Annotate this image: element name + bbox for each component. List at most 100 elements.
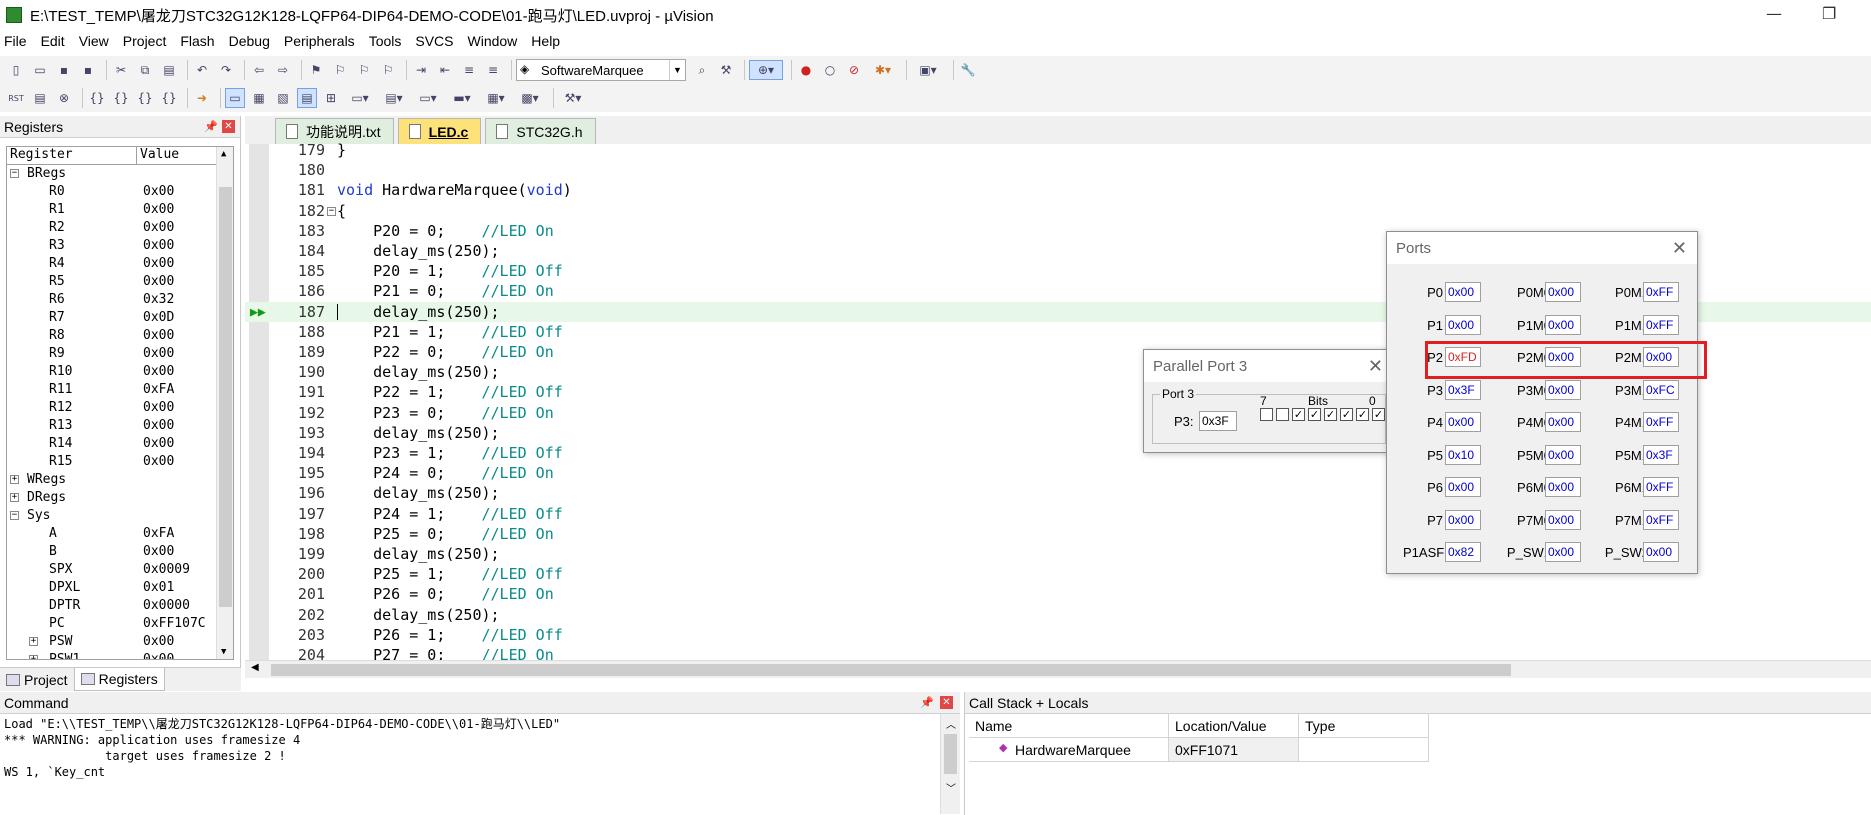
port-value-input[interactable]: 0xFF xyxy=(1643,314,1679,335)
register-row[interactable]: PC 0xFF107C xyxy=(7,615,233,633)
register-row[interactable]: R4 0x00 xyxy=(7,255,233,273)
bit-checkbox[interactable]: ✓ xyxy=(1372,408,1385,421)
register-value[interactable]: 0x0009 xyxy=(143,561,190,579)
menu-item-help[interactable]: Help xyxy=(531,33,560,49)
port-value-input[interactable]: 0x00 xyxy=(1445,477,1481,497)
bookmark-clear-icon[interactable]: ⚐ xyxy=(378,60,398,80)
register-value[interactable]: 0x00 xyxy=(143,273,174,291)
register-value[interactable]: 0x00 xyxy=(143,399,174,417)
port-value-input[interactable]: 0xFF xyxy=(1643,412,1679,432)
register-row[interactable]: − Sys xyxy=(7,507,233,525)
register-value[interactable]: 0xFF107C xyxy=(143,615,206,633)
bit-checkbox[interactable]: ✓ xyxy=(1340,408,1353,421)
register-row[interactable]: + PSW1 0x00 xyxy=(7,651,233,659)
minimize-icon[interactable]: — xyxy=(1766,4,1782,23)
pin-icon[interactable]: 📌 xyxy=(920,696,934,709)
scroll-down-icon[interactable]: ﹀ xyxy=(946,780,956,795)
port-value-input[interactable]: 0x00 xyxy=(1545,379,1581,400)
port-value-input[interactable]: 0x00 xyxy=(1445,412,1481,432)
callstack-column-header[interactable]: Name xyxy=(969,714,1169,738)
registers-scroll-thumb[interactable] xyxy=(219,187,232,607)
reset-icon[interactable]: RST xyxy=(6,88,26,108)
close-icon[interactable]: ✕ xyxy=(222,120,235,133)
menu-item-view[interactable]: View xyxy=(79,33,109,49)
register-row[interactable]: R2 0x00 xyxy=(7,219,233,237)
configure-icon[interactable]: 🔧 xyxy=(958,60,978,80)
window-layout-icon[interactable]: ▣▾ xyxy=(911,60,945,80)
port-value-input[interactable]: 0x00 xyxy=(1643,542,1679,562)
bit-checkbox[interactable] xyxy=(1276,408,1289,421)
cut-icon[interactable]: ✂ xyxy=(111,60,131,80)
step-over-icon[interactable]: {} xyxy=(111,88,131,108)
register-row[interactable]: R7 0x0D xyxy=(7,309,233,327)
p3-value-input[interactable]: 0x3F xyxy=(1199,411,1237,431)
collapse-icon[interactable]: − xyxy=(10,169,19,178)
menu-item-peripherals[interactable]: Peripherals xyxy=(284,33,355,49)
port-value-input[interactable]: 0x3F xyxy=(1643,444,1679,465)
pin-icon[interactable]: 📌 xyxy=(204,120,218,133)
incremental-find-icon[interactable]: ⚒ xyxy=(716,60,736,80)
undo-icon[interactable]: ↶ xyxy=(192,60,212,80)
port-value-input[interactable]: 0x00 xyxy=(1445,314,1481,335)
serial-window-icon[interactable]: ▭▾ xyxy=(413,88,443,108)
watch-window-icon[interactable]: ▭▾ xyxy=(345,88,375,108)
register-row[interactable]: R14 0x00 xyxy=(7,435,233,453)
register-value[interactable]: 0x32 xyxy=(143,291,174,309)
register-row[interactable]: R12 0x00 xyxy=(7,399,233,417)
register-value[interactable]: 0x00 xyxy=(143,417,174,435)
port-value-input[interactable]: 0x10 xyxy=(1445,444,1481,465)
code-line[interactable]: 202 delay_ms(250); xyxy=(245,605,1871,625)
chevron-down-icon[interactable]: ▼ xyxy=(669,60,685,80)
register-row[interactable]: A 0xFA xyxy=(7,525,233,543)
register-value[interactable]: 0x00 xyxy=(143,633,174,651)
register-value[interactable]: 0x00 xyxy=(143,453,174,471)
callstack-column-header[interactable]: Location/Value xyxy=(1169,714,1299,738)
expand-icon[interactable]: + xyxy=(10,475,19,484)
breakpoint-disable-icon[interactable]: ⊘ xyxy=(844,60,864,80)
editor-hscrollbar[interactable]: ◀ xyxy=(245,660,1871,678)
code-line[interactable]: 179} xyxy=(245,140,1871,160)
register-row[interactable]: + PSW 0x00 xyxy=(7,633,233,651)
bit-checkbox[interactable] xyxy=(1260,408,1273,421)
port-value-input[interactable]: 0xFC xyxy=(1643,379,1679,400)
code-line[interactable]: 201 P26 = 0; //LED On xyxy=(245,584,1871,604)
register-row[interactable]: R8 0x00 xyxy=(7,327,233,345)
port-value-input[interactable]: 0x00 xyxy=(1545,542,1581,562)
disassembly-window-icon[interactable]: ▦ xyxy=(249,88,269,108)
memory-window-icon[interactable]: ▤▾ xyxy=(379,88,409,108)
register-row[interactable]: R6 0x32 xyxy=(7,291,233,309)
command-scroll-thumb[interactable] xyxy=(944,734,957,774)
code-line[interactable]: 180 xyxy=(245,160,1871,180)
save-icon[interactable]: ▪ xyxy=(54,60,74,80)
port-value-input[interactable]: 0x00 xyxy=(1445,509,1481,530)
register-value[interactable]: 0x00 xyxy=(143,237,174,255)
registers-scrollbar[interactable]: ▲ ▼ xyxy=(216,147,233,659)
editor-hscroll-thumb[interactable] xyxy=(271,664,1511,676)
scroll-down-icon[interactable]: ▼ xyxy=(221,647,226,657)
unindent-icon[interactable]: ⇤ xyxy=(435,60,455,80)
menu-item-svcs[interactable]: SVCS xyxy=(415,33,453,49)
open-folder-icon[interactable]: ▭ xyxy=(30,60,50,80)
register-row[interactable]: − BRegs xyxy=(7,165,233,183)
port-value-input[interactable]: 0x00 xyxy=(1545,509,1581,530)
menu-item-debug[interactable]: Debug xyxy=(229,33,270,49)
uncomment-icon[interactable]: ≡ xyxy=(483,60,503,80)
find-in-files-icon[interactable]: ⌕ xyxy=(692,60,712,80)
code-line[interactable]: 182 {− xyxy=(245,201,1871,221)
port-value-input[interactable]: 0x82 xyxy=(1445,542,1481,562)
register-row[interactable]: SPX 0x0009 xyxy=(7,561,233,579)
command-output[interactable]: Load "E:\\TEST_TEMP\\屠龙刀STC32G12K128-LQF… xyxy=(4,716,940,780)
port-value-input[interactable]: 0x00 xyxy=(1545,412,1581,432)
menu-item-project[interactable]: Project xyxy=(123,33,167,49)
register-value[interactable]: 0x0000 xyxy=(143,597,190,615)
debug-session-icon[interactable]: ⊕▾ xyxy=(749,60,783,80)
bit-checkbox[interactable]: ✓ xyxy=(1292,408,1305,421)
register-value[interactable]: 0x00 xyxy=(143,219,174,237)
register-row[interactable]: R13 0x00 xyxy=(7,417,233,435)
register-value[interactable]: 0x00 xyxy=(143,345,174,363)
port-value-input[interactable]: 0x3F xyxy=(1445,379,1481,400)
close-icon[interactable]: ✕ xyxy=(1368,356,1383,377)
register-row[interactable]: R10 0x00 xyxy=(7,363,233,381)
stop-icon[interactable]: ⊗ xyxy=(54,88,74,108)
port-value-input[interactable]: 0xFF xyxy=(1643,282,1679,302)
